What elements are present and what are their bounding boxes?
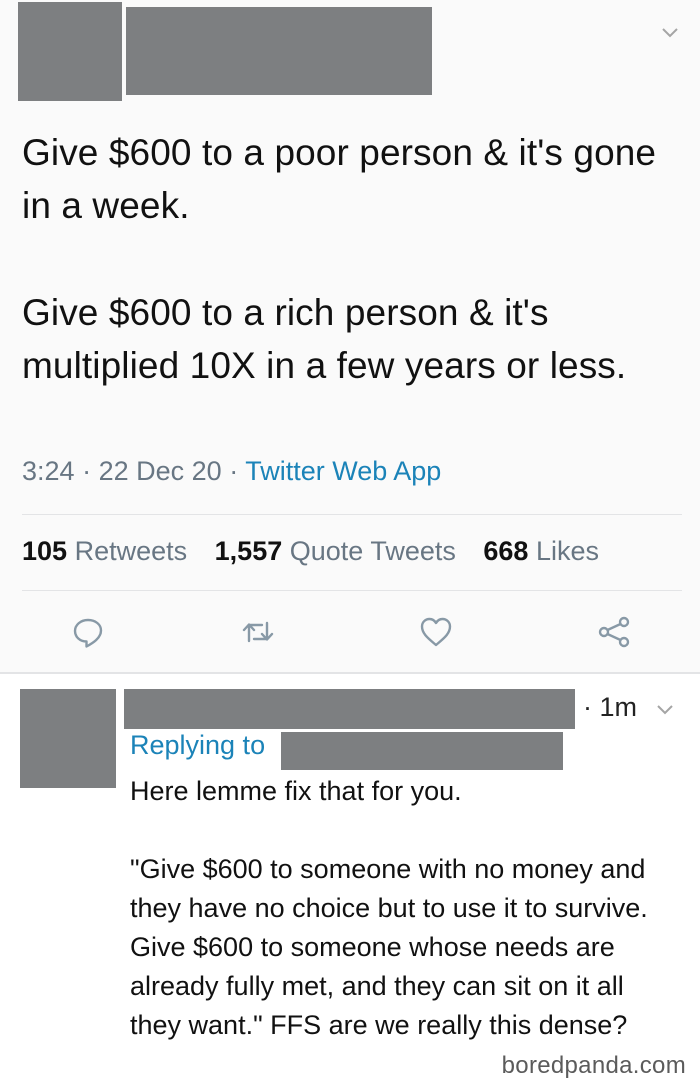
- reply-icon[interactable]: [70, 614, 106, 650]
- watermark: boredpanda.com: [501, 1052, 686, 1079]
- replying-to-label: Replying to: [130, 730, 266, 760]
- tweet-meta: 3:24 · 22 Dec 20 · Twitter Web App: [22, 456, 441, 487]
- retweets-count: 105: [22, 536, 68, 566]
- likes-stat[interactable]: 668 Likes: [483, 536, 599, 566]
- divider: [22, 590, 682, 591]
- retweet-icon[interactable]: [240, 614, 276, 650]
- tweet-date[interactable]: 22 Dec 20: [99, 456, 222, 486]
- divider: [22, 514, 682, 515]
- reply-paragraph: "Give $600 to someone with no money and …: [130, 854, 648, 1040]
- tweet-text: Give $600 to a poor person & it's gone i…: [22, 126, 682, 392]
- heart-icon[interactable]: [418, 614, 454, 650]
- avatar-redacted[interactable]: [18, 2, 122, 101]
- quote-tweets-count: 1,557: [214, 536, 283, 566]
- quote-tweets-label: Quote Tweets: [289, 536, 456, 566]
- tweet-stats: 105 Retweets 1,557 Quote Tweets 668 Like…: [22, 536, 619, 567]
- user-name-redacted[interactable]: [126, 7, 432, 95]
- share-icon[interactable]: [596, 614, 632, 650]
- separator: ·: [82, 456, 92, 486]
- tweet-source-app[interactable]: Twitter Web App: [245, 456, 441, 486]
- reply-avatar-redacted[interactable]: [20, 689, 116, 788]
- quote-tweets-stat[interactable]: 1,557 Quote Tweets: [215, 536, 456, 566]
- retweets-stat[interactable]: 105 Retweets: [22, 536, 187, 566]
- chevron-down-icon[interactable]: [655, 699, 675, 721]
- reply-user-name-redacted[interactable]: [124, 689, 575, 729]
- retweets-label: Retweets: [74, 536, 188, 566]
- likes-count: 668: [483, 536, 529, 566]
- separator: ·: [229, 456, 239, 486]
- reply-text: Here lemme fix that for you. "Give $600 …: [130, 772, 675, 1045]
- tweet-paragraph: Give $600 to a poor person & it's gone i…: [22, 132, 657, 226]
- reply-time[interactable]: · 1m: [583, 692, 637, 723]
- chevron-down-icon[interactable]: [660, 22, 680, 44]
- replying-to-handle-redacted[interactable]: [281, 732, 563, 770]
- tweet-paragraph: Give $600 to a rich person & it's multip…: [22, 292, 627, 386]
- reply-paragraph: Here lemme fix that for you.: [130, 776, 462, 806]
- likes-label: Likes: [535, 536, 599, 566]
- tweet-time[interactable]: 3:24: [22, 456, 75, 486]
